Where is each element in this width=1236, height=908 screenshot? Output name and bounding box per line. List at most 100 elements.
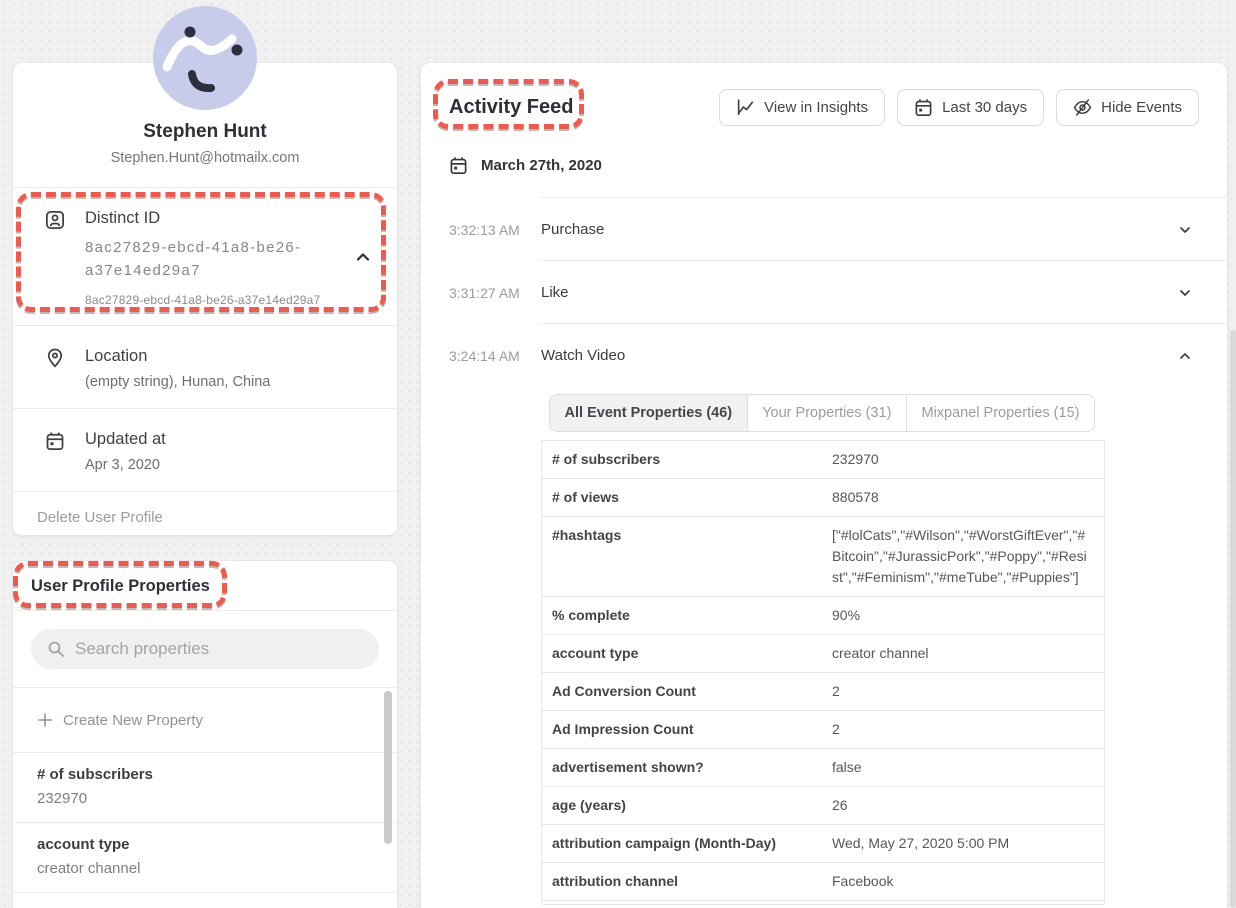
property-name: # of subscribers [37, 766, 373, 783]
distinct-id-collapse-button[interactable] [353, 247, 373, 267]
plus-icon [37, 712, 53, 728]
distinct-id-section: Distinct ID 8ac27829-ebcd-41a8-be26-a37e… [13, 187, 397, 325]
table-row: attribution channel Facebook [542, 863, 1104, 901]
property-key: % complete [552, 605, 832, 626]
property-key: # of views [552, 487, 832, 508]
event-name: Purchase [541, 221, 604, 238]
user-profile-properties-card: User Profile Properties Create New Prope… [12, 560, 398, 908]
table-row: age (years) 26 [542, 787, 1104, 825]
activity-feed-panel: Activity Feed View in Insights [420, 62, 1228, 908]
table-row: advertisement shown? false [542, 749, 1104, 787]
property-list-item[interactable]: # of subscribers 232970 [13, 752, 397, 822]
property-key: Ad Impression Count [552, 719, 832, 740]
event-time: 3:32:13 AM [449, 222, 541, 238]
eye-off-icon [1073, 98, 1092, 117]
event-row[interactable]: 3:32:13 AM Purchase [421, 198, 1227, 261]
property-key: account type [552, 643, 832, 664]
event-time: 3:24:14 AM [449, 348, 541, 364]
hide-events-button[interactable]: Hide Events [1056, 89, 1199, 126]
profile-name: Stephen Hunt [13, 121, 397, 143]
event-name: Watch Video [541, 347, 625, 364]
property-value: 26 [832, 795, 1094, 816]
location-value: (empty string), Hunan, China [85, 374, 270, 390]
calendar-icon [914, 98, 933, 117]
tab-your-properties[interactable]: Your Properties (31) [747, 395, 906, 431]
search-properties-box[interactable] [31, 629, 379, 669]
line-chart-icon [736, 98, 755, 117]
date-group-header: March 27th, 2020 [421, 156, 1227, 175]
delete-user-profile-button[interactable]: Delete User Profile [13, 491, 397, 543]
chevron-down-icon[interactable] [1177, 285, 1193, 301]
property-value: Facebook [832, 871, 1094, 892]
table-row: # of subscribers 232970 [542, 441, 1104, 479]
property-key: age (years) [552, 795, 832, 816]
last-30-days-button[interactable]: Last 30 days [897, 89, 1044, 126]
profile-email: Stephen.Hunt@hotmailx.com [13, 150, 397, 187]
event-name: Like [541, 284, 569, 301]
page-root: Stephen Hunt Stephen.Hunt@hotmailx.com D… [0, 0, 1236, 908]
table-row [542, 901, 1104, 905]
property-name: account type [37, 836, 373, 853]
table-row: #hashtags ["#lolCats","#Wilson","#WorstG… [542, 517, 1104, 597]
chevron-down-icon[interactable] [1177, 222, 1193, 238]
view-in-insights-button[interactable]: View in Insights [719, 89, 885, 126]
event-time: 3:31:27 AM [449, 285, 541, 301]
table-row: Ad Conversion Count 2 [542, 673, 1104, 711]
property-key: #hashtags [552, 525, 832, 588]
view-in-insights-label: View in Insights [764, 99, 868, 116]
property-value: false [832, 757, 1094, 778]
property-key: Ad Conversion Count [552, 681, 832, 702]
properties-list-scrollbar[interactable] [384, 691, 392, 844]
event-properties-tabbar: All Event Properties (46) Your Propertie… [549, 394, 1095, 432]
property-value: creator channel [832, 643, 1094, 664]
location-label: Location [85, 347, 270, 366]
property-key: advertisement shown? [552, 757, 832, 778]
table-row: account type creator channel [542, 635, 1104, 673]
calendar-icon [45, 431, 65, 451]
search-properties-input[interactable] [75, 639, 363, 659]
chevron-up-icon [353, 247, 373, 267]
chevron-up-icon[interactable] [1177, 348, 1193, 364]
event-row-expanded[interactable]: 3:24:14 AM Watch Video [421, 324, 1227, 387]
user-profile-card: Stephen Hunt Stephen.Hunt@hotmailx.com D… [12, 62, 398, 536]
date-group-label: March 27th, 2020 [481, 157, 602, 174]
property-value: Wed, May 27, 2020 5:00 PM [832, 833, 1094, 854]
tab-mixpanel-properties[interactable]: Mixpanel Properties (15) [906, 395, 1094, 431]
property-value: creator channel [37, 860, 373, 877]
property-value: 2 [832, 719, 1094, 740]
updated-at-label: Updated at [85, 430, 166, 449]
updated-at-value: Apr 3, 2020 [85, 457, 166, 473]
event-properties-table: # of subscribers 232970 # of views 88057… [541, 440, 1105, 905]
page-scrollbar[interactable] [1230, 330, 1236, 908]
distinct-id-value: 8ac27829-ebcd-41a8-be26-a37e14ed29a7 [85, 236, 335, 282]
table-row: Ad Impression Count 2 [542, 711, 1104, 749]
property-key: attribution campaign (Month-Day) [552, 833, 832, 854]
table-row: % complete 90% [542, 597, 1104, 635]
event-detail-panel: All Event Properties (46) Your Propertie… [541, 394, 1105, 905]
hide-events-label: Hide Events [1101, 99, 1182, 116]
location-section: Location (empty string), Hunan, China [13, 325, 397, 408]
property-value: 2 [832, 681, 1094, 702]
location-pin-icon [45, 348, 65, 368]
table-row: # of views 880578 [542, 479, 1104, 517]
tab-all-event-properties[interactable]: All Event Properties (46) [550, 395, 747, 431]
properties-panel-title: User Profile Properties [13, 561, 397, 611]
last-30-days-label: Last 30 days [942, 99, 1027, 116]
property-list-item[interactable]: account type creator channel [13, 822, 397, 892]
property-value: 232970 [832, 449, 1094, 470]
property-value: 880578 [832, 487, 1094, 508]
property-key: # of subscribers [552, 449, 832, 470]
property-value: ["#lolCats","#Wilson","#WorstGiftEver","… [832, 525, 1094, 588]
id-badge-icon [45, 210, 65, 230]
table-row: attribution campaign (Month-Day) Wed, Ma… [542, 825, 1104, 863]
avatar [153, 6, 257, 110]
search-icon [47, 640, 65, 658]
event-row[interactable]: 3:31:27 AM Like [421, 261, 1227, 324]
calendar-icon [449, 156, 468, 175]
create-new-property-label: Create New Property [63, 712, 203, 729]
create-new-property-button[interactable]: Create New Property [13, 688, 397, 752]
property-key: attribution channel [552, 871, 832, 892]
updated-at-section: Updated at Apr 3, 2020 [13, 408, 397, 491]
distinct-id-label: Distinct ID [85, 209, 335, 228]
activity-feed-title: Activity Feed [449, 96, 573, 119]
